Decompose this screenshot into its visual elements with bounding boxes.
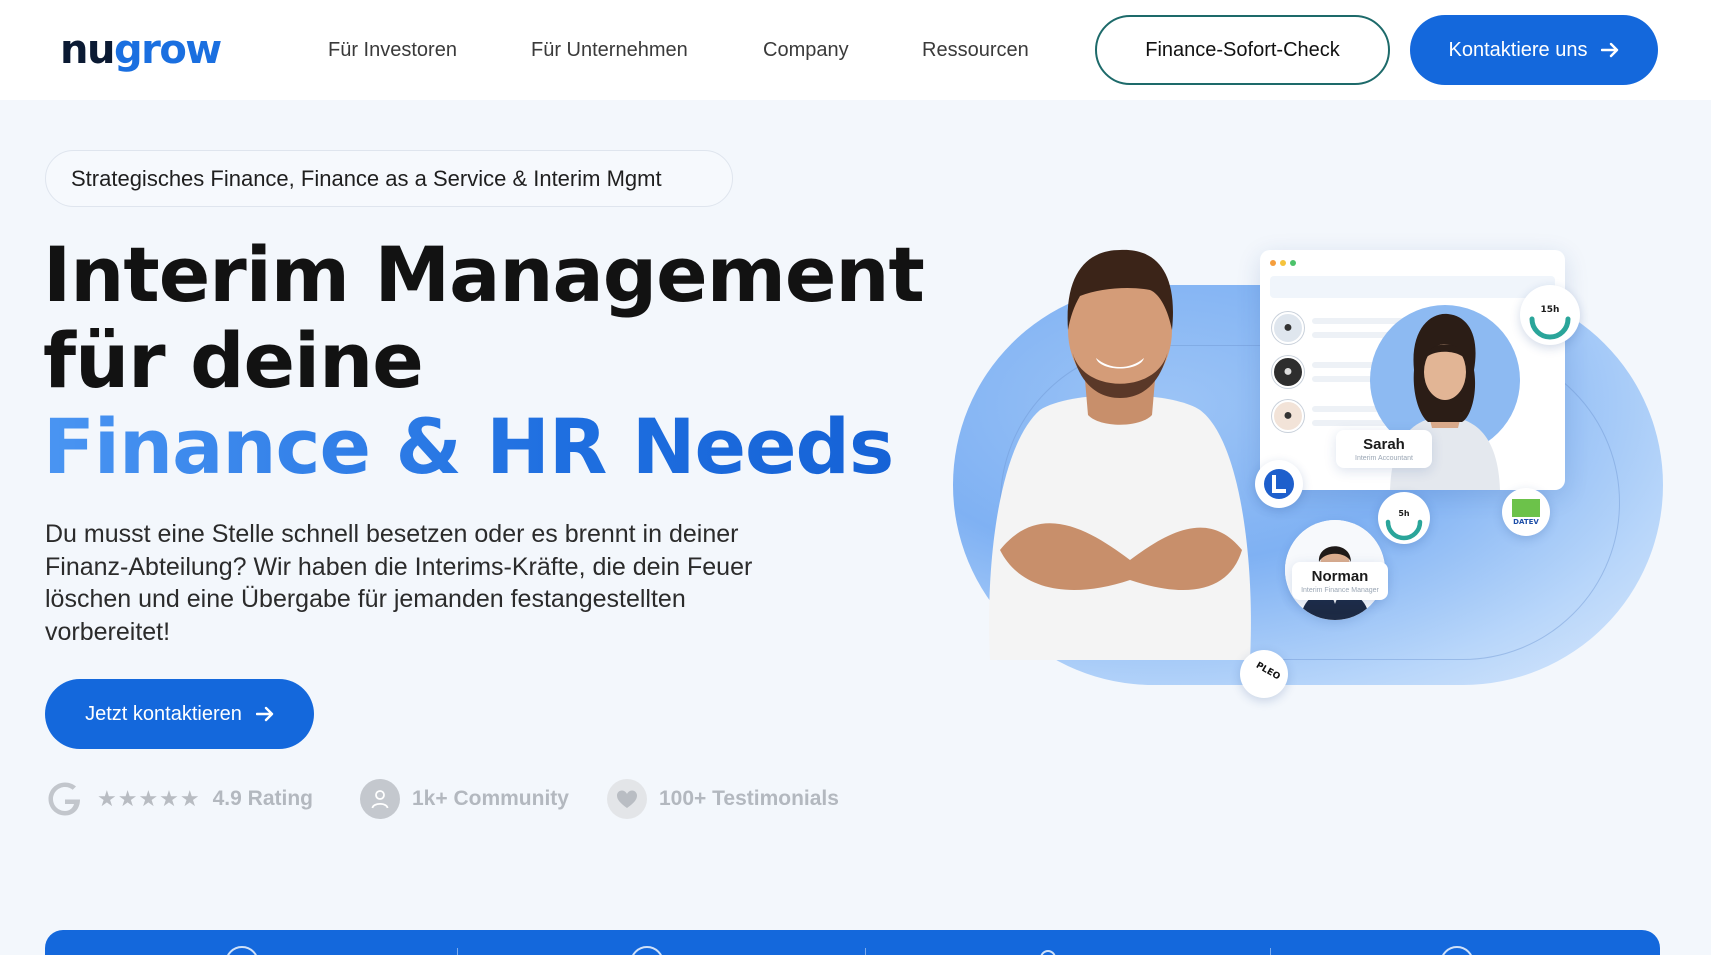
logo-part-grow: grow bbox=[113, 27, 222, 73]
gauge-5h-label: 5h bbox=[1398, 509, 1410, 518]
testimonials-stat: 100+ Testimonials bbox=[607, 778, 839, 820]
headline-line-3: Finance & HR Needs bbox=[43, 404, 903, 490]
contact-button-label: Kontaktiere uns bbox=[1448, 38, 1588, 61]
hero-badge: Strategisches Finance, Finance as a Serv… bbox=[45, 150, 733, 207]
datev-label: DATEV bbox=[1513, 518, 1539, 526]
pleo-icon: PLEO bbox=[1240, 650, 1288, 698]
sarah-role: Interim Accountant bbox=[1355, 455, 1413, 462]
norman-role: Interim Finance Manager bbox=[1301, 587, 1379, 594]
feature-icon bbox=[1040, 950, 1056, 955]
norman-tag: Norman Interim Finance Manager bbox=[1292, 562, 1388, 600]
nugrow-logo[interactable]: nugrow bbox=[60, 22, 222, 78]
feature-icon bbox=[225, 946, 259, 955]
arrow-right-icon bbox=[1601, 42, 1619, 58]
heart-icon bbox=[607, 779, 647, 819]
google-icon bbox=[45, 779, 85, 819]
features-bar bbox=[45, 930, 1660, 955]
norman-name: Norman bbox=[1311, 568, 1369, 585]
site-header: nugrow Für Investoren Für Unternehmen Co… bbox=[0, 0, 1711, 100]
rating-stars: ★★★★★ bbox=[97, 786, 201, 811]
datev-icon: DATEV bbox=[1502, 488, 1550, 536]
cta-contact-button[interactable]: Jetzt kontaktieren bbox=[45, 679, 314, 749]
sarah-tag: Sarah Interim Accountant bbox=[1336, 430, 1432, 468]
window-dots bbox=[1270, 260, 1296, 266]
avatar: ● bbox=[1272, 356, 1304, 388]
headline-line-1: Interim Management bbox=[43, 230, 925, 319]
gauge-15h-label: 15h bbox=[1541, 305, 1560, 315]
finance-check-label: Finance-Sofort-Check bbox=[1145, 38, 1340, 61]
feature-icon bbox=[630, 946, 664, 955]
avatar: ● bbox=[1272, 400, 1304, 432]
feature-icon bbox=[1440, 946, 1474, 955]
hero-badge-text: Strategisches Finance, Finance as a Serv… bbox=[71, 165, 662, 191]
nav-unternehmen[interactable]: Für Unternehmen bbox=[531, 34, 688, 66]
community-stat: 1k+ Community bbox=[360, 778, 569, 820]
nav-investoren[interactable]: Für Investoren bbox=[328, 34, 457, 66]
man-portrait bbox=[989, 249, 1251, 660]
nav-company[interactable]: Company bbox=[763, 34, 849, 66]
arrow-right-icon bbox=[255, 706, 274, 722]
hero-lead: Du musst eine Stelle schnell besetzen od… bbox=[45, 520, 753, 646]
sarah-name: Sarah bbox=[1363, 436, 1405, 453]
contact-button[interactable]: Kontaktiere uns bbox=[1410, 15, 1658, 85]
hero-headline: Interim Management für deine Finance & H… bbox=[43, 230, 925, 490]
hero-illustration: ● ● ● Sarah Interim Accountant Norman In… bbox=[950, 230, 1670, 700]
finance-check-button[interactable]: Finance-Sofort-Check bbox=[1095, 15, 1390, 85]
user-icon bbox=[360, 779, 400, 819]
rating-text: 4.9 Rating bbox=[212, 787, 313, 810]
avatar: ● bbox=[1272, 312, 1304, 344]
logo-part-nu: nu bbox=[60, 27, 115, 73]
gauge-15h-icon: 15h bbox=[1520, 285, 1580, 345]
community-text: 1k+ Community bbox=[412, 787, 569, 810]
nav-ressourcen[interactable]: Ressourcen bbox=[922, 34, 1029, 66]
cta-label: Jetzt kontaktieren bbox=[85, 702, 242, 725]
testimonials-text: 100+ Testimonials bbox=[659, 787, 839, 810]
gauge-5h-icon: 5h bbox=[1378, 492, 1430, 544]
card-search-bar bbox=[1270, 276, 1555, 298]
pleo-label: PLEO bbox=[1254, 661, 1282, 683]
lexoffice-icon bbox=[1255, 460, 1303, 508]
rating-stat: ★★★★★ 4.9 Rating bbox=[45, 778, 313, 820]
headline-line-2: für deine bbox=[43, 316, 424, 405]
